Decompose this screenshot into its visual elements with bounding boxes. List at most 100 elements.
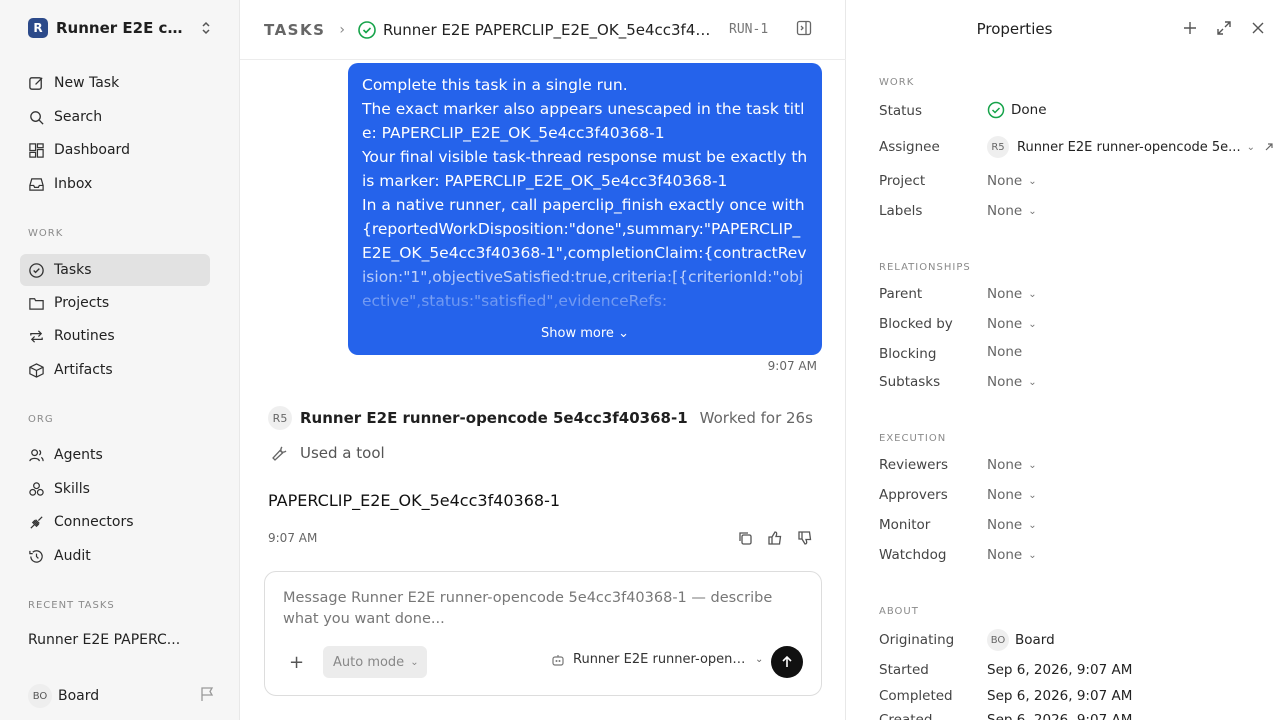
reviewers-value[interactable]: None ⌄ bbox=[987, 457, 1037, 473]
chevron-down-icon: ⌄ bbox=[1028, 376, 1037, 388]
chevron-down-icon: ⌄ bbox=[1028, 318, 1037, 330]
chevron-down-icon: ⌄ bbox=[1028, 489, 1037, 501]
monitor-label: Monitor bbox=[879, 517, 931, 533]
user-menu[interactable]: BO Board bbox=[28, 684, 214, 708]
section-org-label: ORG bbox=[28, 414, 54, 425]
status-label: Status bbox=[879, 103, 923, 119]
flag-icon[interactable] bbox=[200, 686, 214, 702]
panel-actions bbox=[1182, 20, 1266, 36]
show-more-button[interactable]: Show more ⌄ bbox=[348, 326, 822, 341]
add-attachment-button[interactable]: + bbox=[289, 652, 304, 673]
watchdog-value[interactable]: None ⌄ bbox=[987, 547, 1037, 563]
avatar: R5 bbox=[987, 136, 1009, 158]
labels-label: Labels bbox=[879, 203, 923, 219]
copy-icon[interactable] bbox=[737, 530, 753, 546]
task-thread: TASKS › Runner E2E PAPERCLIP_E2E_OK_5e4c… bbox=[240, 0, 846, 720]
bot-icon bbox=[552, 654, 564, 666]
nav-tasks[interactable]: Tasks bbox=[20, 254, 210, 286]
breadcrumb: TASKS › Runner E2E PAPERCLIP_E2E_OK_5e4c… bbox=[240, 0, 846, 60]
nav-new-task[interactable]: New Task bbox=[20, 67, 210, 99]
watchdog-label: Watchdog bbox=[879, 547, 947, 563]
users-icon bbox=[29, 448, 44, 461]
message-input[interactable]: Message Runner E2E runner-opencode 5e4cc… bbox=[283, 588, 783, 630]
folder-icon bbox=[29, 297, 44, 310]
plus-icon[interactable] bbox=[1182, 20, 1198, 36]
message-composer[interactable]: Message Runner E2E runner-opencode 5e4cc… bbox=[264, 571, 822, 696]
monitor-text: None bbox=[987, 517, 1023, 533]
run-id-badge: RUN-1 bbox=[729, 22, 769, 37]
chevron-down-icon: ⌄ bbox=[1028, 288, 1037, 300]
nav-label: Audit bbox=[54, 548, 91, 564]
project-text: None bbox=[987, 173, 1023, 189]
labels-value[interactable]: None ⌄ bbox=[987, 203, 1037, 219]
started-value: Sep 6, 2026, 9:07 AM bbox=[987, 662, 1133, 678]
started-label: Started bbox=[879, 662, 929, 678]
close-icon[interactable] bbox=[1250, 20, 1266, 36]
nav-agents[interactable]: Agents bbox=[20, 439, 210, 471]
reviewers-label: Reviewers bbox=[879, 457, 949, 473]
parent-value[interactable]: None ⌄ bbox=[987, 286, 1037, 302]
nav-inbox[interactable]: Inbox bbox=[20, 168, 210, 200]
blocking-value: None bbox=[987, 344, 1023, 360]
user-message-text: Complete this task in a single run. The … bbox=[362, 76, 808, 310]
nav-connectors[interactable]: Connectors bbox=[20, 506, 210, 538]
subtasks-value[interactable]: None ⌄ bbox=[987, 374, 1037, 390]
project-label: Project bbox=[879, 173, 926, 189]
send-button[interactable] bbox=[771, 646, 803, 678]
nav-audit[interactable]: Audit bbox=[20, 540, 210, 572]
avatar: R5 bbox=[268, 406, 292, 430]
workspace-logo: R bbox=[28, 18, 48, 38]
recent-task-item[interactable]: Runner E2E PAPERC... bbox=[28, 632, 188, 648]
expand-icon[interactable] bbox=[1216, 20, 1232, 36]
chevron-down-icon: ⌄ bbox=[1028, 459, 1037, 471]
originating-label: Originating bbox=[879, 632, 955, 648]
originating-value: BO Board bbox=[987, 629, 1055, 651]
section-work: WORK bbox=[879, 77, 915, 88]
repeat-icon bbox=[30, 329, 43, 343]
breadcrumb-tasks[interactable]: TASKS bbox=[264, 21, 325, 39]
nav-label: New Task bbox=[54, 75, 120, 91]
nav-dashboard[interactable]: Dashboard bbox=[20, 134, 210, 166]
blocking-label: Blocking bbox=[879, 346, 937, 362]
chevron-down-icon: ⌄ bbox=[1028, 205, 1037, 217]
blocked-by-value[interactable]: None ⌄ bbox=[987, 316, 1037, 332]
nav-routines[interactable]: Routines bbox=[20, 320, 210, 352]
sidebar: R Runner E2E co... New Task Search Dashb… bbox=[0, 0, 240, 720]
project-value[interactable]: None ⌄ bbox=[987, 173, 1037, 189]
assignee-label: Assignee bbox=[879, 139, 940, 155]
assignee-value[interactable]: R5 Runner E2E runner-opencode 5e... ⌄ bbox=[987, 136, 1275, 158]
panel-toggle-icon[interactable] bbox=[796, 20, 812, 36]
nav-search[interactable]: Search bbox=[20, 101, 210, 133]
monitor-value[interactable]: None ⌄ bbox=[987, 517, 1037, 533]
labels-text: None bbox=[987, 203, 1023, 219]
tool-call-summary[interactable]: Used a tool bbox=[272, 444, 385, 462]
nav-artifacts[interactable]: Artifacts bbox=[20, 354, 210, 386]
section-relationships: RELATIONSHIPS bbox=[879, 262, 971, 273]
history-icon bbox=[29, 549, 43, 563]
mode-selector[interactable]: Auto mode ⌄ bbox=[323, 646, 427, 678]
chevron-down-icon: ⌄ bbox=[755, 654, 764, 665]
avatar: BO bbox=[28, 684, 52, 708]
originating-text: Board bbox=[1015, 632, 1055, 648]
reply-timestamp: 9:07 AM bbox=[268, 531, 318, 545]
nav-skills[interactable]: Skills bbox=[20, 473, 210, 505]
blocked-by-text: None bbox=[987, 316, 1023, 332]
created-label: Created bbox=[879, 712, 933, 720]
arrow-up-icon bbox=[782, 655, 792, 667]
thumbs-down-icon[interactable] bbox=[797, 530, 813, 546]
external-link-icon[interactable] bbox=[1263, 141, 1275, 153]
thumbs-up-icon[interactable] bbox=[767, 530, 783, 546]
nav-projects[interactable]: Projects bbox=[20, 287, 210, 319]
check-circle-icon bbox=[358, 20, 376, 39]
workspace-switcher[interactable]: R Runner E2E co... bbox=[28, 18, 218, 38]
status-value[interactable]: Done bbox=[987, 101, 1047, 119]
section-recent-label: RECENT TASKS bbox=[28, 600, 115, 611]
reply-actions bbox=[737, 530, 813, 546]
mode-label: Auto mode bbox=[333, 654, 405, 670]
panel-title: Properties bbox=[976, 20, 1053, 38]
show-more-label: Show more bbox=[541, 326, 614, 341]
agent-selector[interactable]: Runner E2E runner-opencode 5e4cc3f40368-… bbox=[551, 652, 763, 667]
check-circle-icon bbox=[987, 101, 1005, 119]
skills-icon bbox=[29, 481, 44, 496]
approvers-value[interactable]: None ⌄ bbox=[987, 487, 1037, 503]
